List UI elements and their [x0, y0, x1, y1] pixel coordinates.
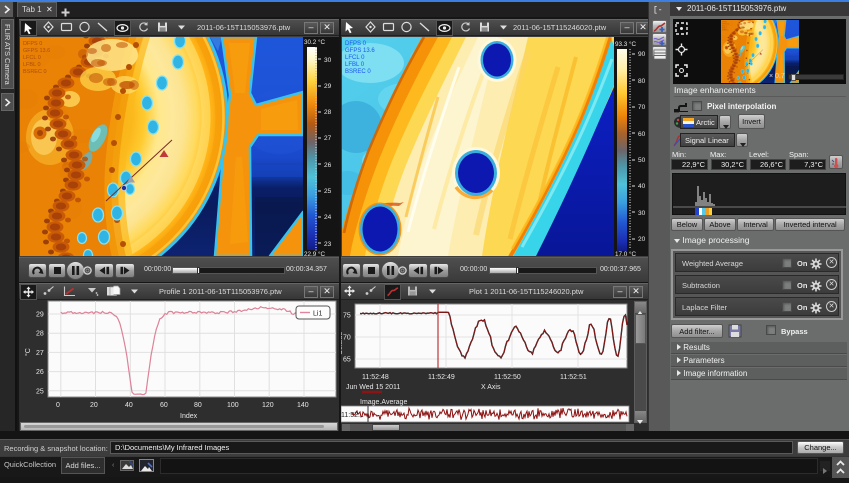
svg-text:Image.Average: Image.Average — [360, 399, 407, 406]
svg-text:23: 23 — [324, 241, 332, 248]
svg-text:LFCL 0: LFCL 0 — [345, 55, 365, 61]
svg-text:°C: °C — [24, 348, 32, 356]
svg-text:25: 25 — [36, 388, 44, 395]
svg-text:BSREC 0: BSREC 0 — [23, 69, 47, 75]
svg-text:GFPS 13.6: GFPS 13.6 — [345, 48, 375, 54]
svg-text:29: 29 — [324, 83, 332, 90]
svg-text:26: 26 — [324, 162, 332, 169]
svg-text:17.0 °C: 17.0 °C — [615, 250, 637, 256]
svg-text:90: 90 — [638, 51, 646, 58]
svg-text:11:52:49: 11:52:49 — [428, 374, 455, 381]
svg-text:30: 30 — [638, 210, 646, 217]
svg-text:80: 80 — [638, 78, 646, 85]
svg-text:28: 28 — [324, 109, 332, 116]
svg-text:30.2 °C: 30.2 °C — [304, 38, 326, 46]
svg-text:GFPS 13.6: GFPS 13.6 — [722, 23, 730, 25]
svg-text:50: 50 — [638, 157, 646, 164]
svg-text:11:52:50: 11:52:50 — [494, 374, 521, 381]
svg-text:93.3 °C: 93.3 °C — [615, 40, 637, 48]
svg-text:Li1: Li1 — [313, 311, 322, 318]
svg-text:Celsius: Celsius — [341, 332, 344, 355]
svg-text:Jun Wed 15 2011: Jun Wed 15 2011 — [346, 384, 400, 391]
svg-text:LFCL 0: LFCL 0 — [722, 25, 727, 27]
svg-text:Index: Index — [180, 413, 198, 420]
svg-text:0: 0 — [56, 402, 60, 409]
svg-text:40: 40 — [638, 183, 646, 190]
svg-text:LFBL 0: LFBL 0 — [23, 62, 41, 68]
svg-text:DFPS 0: DFPS 0 — [23, 41, 42, 47]
svg-text:28: 28 — [36, 331, 44, 338]
svg-text:DFPS 0: DFPS 0 — [345, 41, 367, 47]
svg-text:LFCL 0: LFCL 0 — [23, 55, 41, 61]
svg-text:140: 140 — [297, 402, 309, 409]
svg-text:DFPS 0: DFPS 0 — [722, 21, 727, 23]
svg-text:11:52:51: 11:52:51 — [560, 374, 587, 381]
svg-text:GFPS 13.6: GFPS 13.6 — [23, 48, 50, 54]
svg-text:20: 20 — [90, 402, 98, 409]
svg-text:24: 24 — [324, 214, 332, 221]
svg-text:BSREC 0: BSREC 0 — [722, 29, 729, 31]
svg-text:11:52:48: 11:52:48 — [362, 374, 389, 381]
svg-text:22.9 °C: 22.9 °C — [304, 250, 326, 256]
svg-text:30: 30 — [324, 57, 332, 64]
svg-text:27: 27 — [36, 350, 44, 357]
svg-text:27: 27 — [324, 135, 332, 142]
svg-text:65: 65 — [343, 357, 351, 364]
svg-text:LFBL 0: LFBL 0 — [722, 27, 727, 29]
svg-text:X Axis: X Axis — [481, 384, 501, 391]
svg-text:26: 26 — [36, 369, 44, 376]
svg-text:100: 100 — [227, 402, 239, 409]
svg-text:60: 60 — [638, 131, 646, 138]
svg-text:40: 40 — [125, 402, 133, 409]
svg-text:120: 120 — [262, 402, 274, 409]
svg-text:20: 20 — [638, 236, 646, 243]
svg-text:11:52:..: 11:52:.. — [341, 412, 364, 419]
svg-text:60: 60 — [160, 402, 168, 409]
svg-text:LFBL 0: LFBL 0 — [345, 62, 365, 68]
svg-text:80: 80 — [194, 402, 202, 409]
svg-text:25: 25 — [324, 188, 332, 195]
svg-text:70: 70 — [638, 104, 646, 111]
svg-text:29: 29 — [36, 312, 44, 319]
svg-text:75: 75 — [343, 313, 351, 320]
svg-text:70: 70 — [343, 335, 351, 342]
svg-text:BSREC 0: BSREC 0 — [345, 69, 371, 75]
